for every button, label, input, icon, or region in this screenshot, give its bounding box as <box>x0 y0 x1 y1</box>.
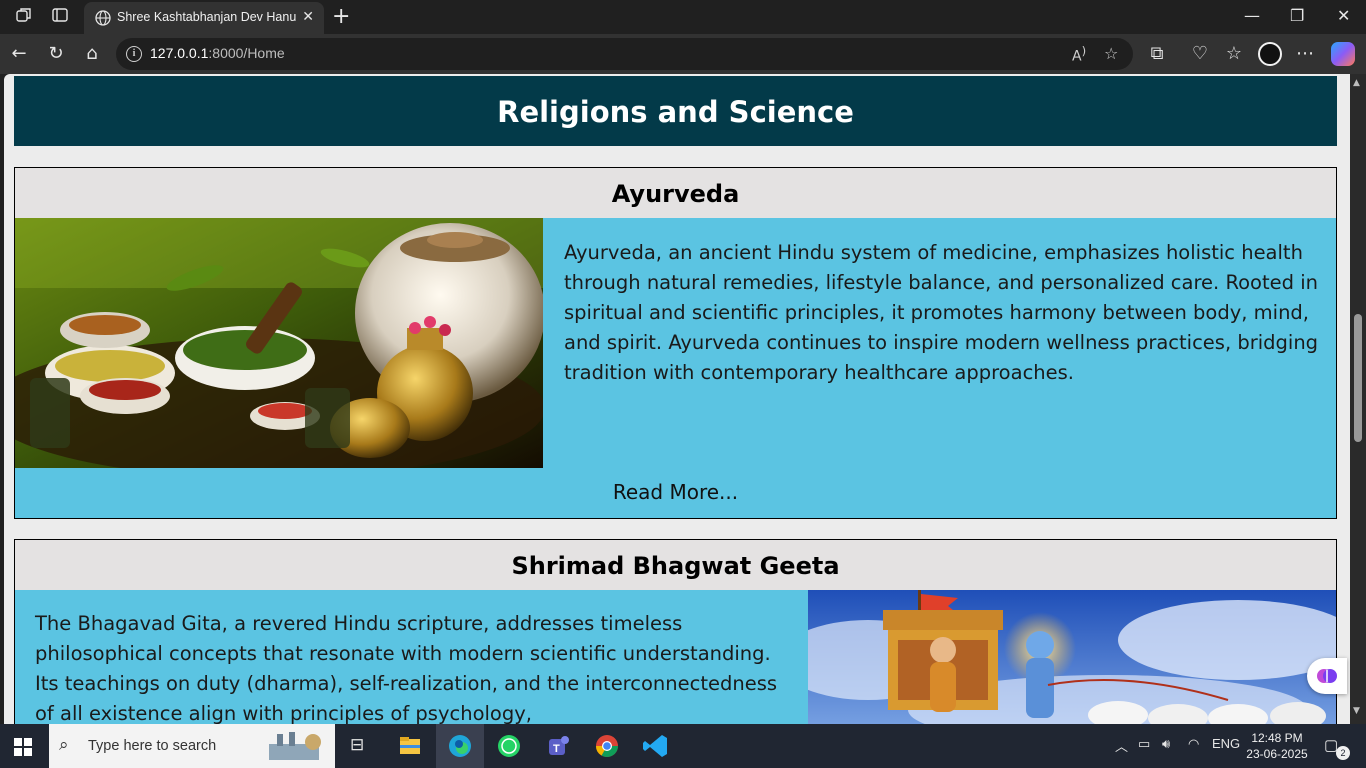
teams-icon[interactable]: T <box>542 730 574 762</box>
search-placeholder: Type here to search <box>88 738 217 754</box>
chrome-icon[interactable] <box>591 730 623 762</box>
edge-browser-icon[interactable] <box>444 730 476 762</box>
new-tab-icon[interactable]: + <box>332 4 350 29</box>
vscode-icon[interactable] <box>640 730 672 762</box>
floating-assistant-button[interactable] <box>1307 658 1347 694</box>
ayurveda-image <box>15 218 543 468</box>
site-info-icon[interactable]: i <box>126 46 142 62</box>
refresh-icon[interactable]: ↻ <box>45 43 67 65</box>
brain-icon <box>1317 669 1337 683</box>
copilot-icon[interactable] <box>1331 42 1355 66</box>
url-text: 127.0.0.1:8000/Home <box>150 45 285 61</box>
read-more-link[interactable]: Read More... <box>15 480 1336 504</box>
globe-icon <box>95 10 111 26</box>
workspaces-icon[interactable] <box>13 6 35 28</box>
geeta-image <box>808 590 1336 724</box>
browser-tab-bar: Shree Kashtabhanjan Dev Hanuman ✕ + — ❐ … <box>0 0 1366 34</box>
clock-date: 23-06-2025 <box>1246 747 1308 761</box>
notification-badge: 2 <box>1336 746 1350 760</box>
geeta-description: The Bhagavad Gita, a revered Hindu scrip… <box>35 612 778 724</box>
address-bar[interactable]: i 127.0.0.1:8000/Home A) ☆ <box>116 38 1133 70</box>
ayurveda-card: Ayurveda Ayurveda, an ancient Hindu syst… <box>14 167 1337 519</box>
taskbar-search-box[interactable]: ⌕ Type here to search <box>49 724 335 768</box>
restore-icon[interactable]: ❐ <box>1290 6 1304 25</box>
home-icon[interactable]: ⌂ <box>81 43 103 65</box>
volume-icon[interactable]: 🔊︎ <box>1162 736 1170 752</box>
browser-essentials-icon[interactable]: ♡ <box>1189 43 1211 65</box>
svg-text:T: T <box>553 743 560 755</box>
card-body: The Bhagavad Gita, a revered Hindu scrip… <box>15 590 1336 724</box>
close-tab-icon[interactable]: ✕ <box>302 9 314 25</box>
page-title: Religions and Science <box>497 95 854 129</box>
windows-taskbar: ⌕ Type here to search ⊟ T ︿ ▭ 🔊︎ ◠ ENG 1… <box>0 724 1366 768</box>
ayurveda-description: Ayurveda, an ancient Hindu system of med… <box>564 241 1319 384</box>
whatsapp-icon[interactable] <box>493 730 525 762</box>
network-icon[interactable]: ◠ <box>1188 736 1199 752</box>
card-body: Ayurveda, an ancient Hindu system of med… <box>15 218 1336 518</box>
show-hidden-icons-icon[interactable]: ︿ <box>1115 736 1128 755</box>
geeta-card: Shrimad Bhagwat Geeta The Bhagavad Gita,… <box>14 539 1337 724</box>
close-window-icon[interactable]: ✕ <box>1337 6 1350 25</box>
favorite-star-icon[interactable]: ☆ <box>1104 44 1118 63</box>
clock-time: 12:48 PM <box>1251 731 1303 745</box>
card-title: Shrimad Bhagwat Geeta <box>511 552 840 580</box>
system-clock[interactable]: 12:48 PM 23-06-2025 <box>1244 730 1310 762</box>
windows-start-icon[interactable] <box>14 738 32 756</box>
language-indicator[interactable]: ENG <box>1212 736 1240 751</box>
battery-icon[interactable]: ▭ <box>1138 736 1150 752</box>
page-scrollbar[interactable]: ▲ ▼ <box>1350 74 1366 724</box>
minimize-icon[interactable]: — <box>1244 6 1260 25</box>
card-title: Ayurveda <box>611 180 740 208</box>
scroll-down-icon[interactable]: ▼ <box>1353 706 1360 716</box>
file-explorer-icon[interactable] <box>394 730 426 762</box>
more-options-icon[interactable]: ⋯ <box>1294 43 1316 65</box>
browser-toolbar: ← ↻ ⌂ i 127.0.0.1:8000/Home A) ☆ ⧉ ♡ ☆ ⋯ <box>0 34 1366 74</box>
task-view-icon[interactable]: ⊟ <box>350 735 364 755</box>
back-icon[interactable]: ← <box>8 43 30 65</box>
read-aloud-icon[interactable]: A) <box>1072 44 1086 65</box>
page-header: Religions and Science <box>14 76 1337 146</box>
profile-avatar[interactable] <box>1258 42 1282 66</box>
scrollbar-thumb[interactable] <box>1354 314 1362 442</box>
search-highlight-icon <box>269 732 321 760</box>
favorites-icon[interactable]: ☆ <box>1223 43 1245 65</box>
tab-actions-icon[interactable] <box>49 6 71 28</box>
extensions-icon[interactable]: ⧉ <box>1146 43 1168 65</box>
search-icon: ⌕ <box>59 735 69 755</box>
tab-title: Shree Kashtabhanjan Dev Hanuman <box>117 10 297 24</box>
scroll-up-icon[interactable]: ▲ <box>1353 78 1360 88</box>
active-tab[interactable]: Shree Kashtabhanjan Dev Hanuman ✕ <box>84 2 324 34</box>
page-viewport: Religions and Science Ayurveda Ayurveda,… <box>4 74 1350 724</box>
